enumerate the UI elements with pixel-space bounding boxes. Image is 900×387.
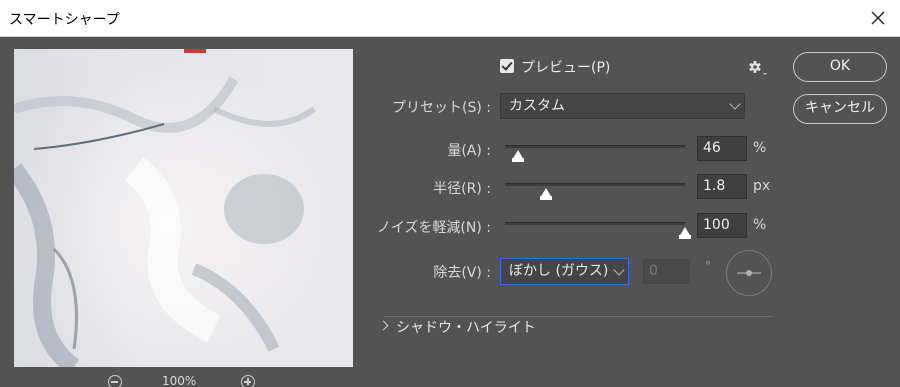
noise-slider-track[interactable] bbox=[505, 222, 685, 225]
amount-input[interactable]: 46 bbox=[697, 136, 747, 161]
radius-input[interactable]: 1.8 bbox=[697, 174, 747, 199]
preview-image[interactable] bbox=[14, 49, 353, 367]
close-icon bbox=[871, 11, 885, 25]
title-bar: スマートシャープ bbox=[0, 0, 900, 37]
amount-slider-thumb[interactable] bbox=[511, 150, 524, 162]
angle-unit: ° bbox=[705, 259, 711, 273]
preset-value: カスタム bbox=[509, 98, 565, 114]
settings-button[interactable] bbox=[747, 58, 769, 78]
zoom-controls: 100% bbox=[108, 374, 268, 387]
noise-input[interactable]: 100 bbox=[697, 213, 747, 238]
zoom-out-icon[interactable] bbox=[108, 375, 122, 387]
preset-label: プリセット(S) : bbox=[392, 100, 491, 116]
remove-label: 除去(V) : bbox=[433, 265, 491, 281]
chevron-down-icon bbox=[613, 264, 625, 276]
cancel-button[interactable]: キャンセル bbox=[793, 94, 887, 124]
preview-checkbox[interactable] bbox=[500, 59, 514, 73]
angle-dial[interactable] bbox=[726, 250, 772, 296]
amount-unit: % bbox=[753, 140, 767, 156]
shadow-highlight-section[interactable]: シャドウ・ハイライト bbox=[396, 317, 536, 337]
window-title: スマートシャープ bbox=[9, 12, 120, 28]
noise-slider-thumb[interactable] bbox=[679, 227, 691, 239]
zoom-level: 100% bbox=[162, 374, 197, 387]
gear-icon bbox=[749, 61, 767, 75]
preset-select[interactable]: カスタム bbox=[500, 93, 745, 119]
zoom-in-icon[interactable] bbox=[241, 375, 255, 387]
angle-input[interactable]: 0 bbox=[643, 259, 690, 284]
radius-slider-track[interactable] bbox=[505, 183, 685, 186]
radius-slider-thumb[interactable] bbox=[540, 188, 553, 200]
amount-label: 量(A) : bbox=[447, 143, 491, 159]
noise-label: ノイズを軽減(N) : bbox=[376, 220, 491, 236]
radius-unit: px bbox=[753, 178, 771, 194]
noise-unit: % bbox=[753, 217, 767, 233]
chevron-down-icon bbox=[729, 98, 741, 110]
close-button[interactable] bbox=[866, 6, 890, 30]
preview-label[interactable]: プレビュー(P) bbox=[521, 57, 610, 77]
ok-button[interactable]: OK bbox=[793, 52, 887, 82]
angle-dial-center bbox=[746, 270, 752, 276]
amount-slider-track[interactable] bbox=[505, 145, 685, 148]
radius-label: 半径(R) : bbox=[433, 181, 491, 197]
remove-value: ぼかし (ガウス) bbox=[509, 263, 609, 279]
remove-select[interactable]: ぼかし (ガウス) bbox=[500, 258, 629, 285]
preview-image-render bbox=[14, 49, 353, 367]
